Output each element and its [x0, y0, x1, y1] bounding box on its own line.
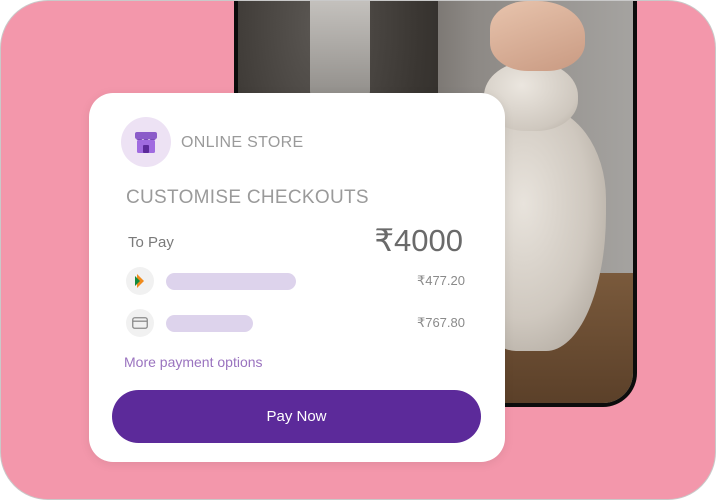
store-name: ONLINE STORE [181, 134, 304, 151]
bhim-upi-icon [126, 267, 154, 295]
store-icon [121, 117, 171, 167]
to-pay-amount: ₹4000 [374, 223, 463, 258]
payment-method-placeholder [166, 315, 253, 332]
hero-frame: ONLINE STORE CUSTOMISE CHECKOUTS To Pay … [0, 0, 716, 500]
checkout-card: ONLINE STORE CUSTOMISE CHECKOUTS To Pay … [89, 93, 505, 462]
payment-method-card[interactable]: ₹767.80 [126, 309, 465, 337]
section-title: CUSTOMISE CHECKOUTS [126, 187, 369, 208]
card-icon [126, 309, 154, 337]
pay-now-button[interactable]: Pay Now [112, 390, 481, 443]
payment-amount: ₹767.80 [416, 315, 465, 330]
payment-amount: ₹477.20 [416, 273, 465, 288]
payment-method-placeholder [166, 273, 296, 290]
to-pay-label: To Pay [128, 234, 174, 251]
more-payment-options-link[interactable]: More payment options [124, 354, 263, 370]
payment-method-upi[interactable]: ₹477.20 [126, 267, 465, 295]
